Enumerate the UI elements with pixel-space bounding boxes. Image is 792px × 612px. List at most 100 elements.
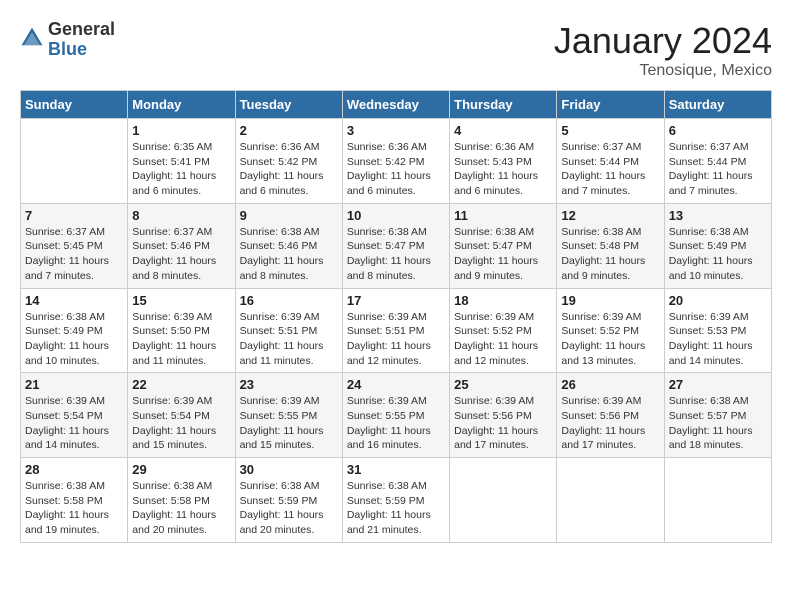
day-number: 7 [25, 208, 123, 223]
day-number: 20 [669, 293, 767, 308]
day-number: 22 [132, 377, 230, 392]
calendar-cell: 3 Sunrise: 6:36 AMSunset: 5:42 PMDaylight… [342, 119, 449, 204]
logo: General Blue [20, 20, 115, 60]
calendar-cell: 30 Sunrise: 6:38 AMSunset: 5:59 PMDayligh… [235, 458, 342, 543]
day-info: Sunrise: 6:39 AMSunset: 5:54 PMDaylight:… [25, 394, 123, 453]
calendar-cell [21, 119, 128, 204]
day-info: Sunrise: 6:39 AMSunset: 5:55 PMDaylight:… [240, 394, 338, 453]
day-number: 8 [132, 208, 230, 223]
calendar-cell [664, 458, 771, 543]
logo-general-text: General [48, 20, 115, 40]
day-info: Sunrise: 6:37 AMSunset: 5:45 PMDaylight:… [25, 225, 123, 284]
day-of-week-header: Saturday [664, 91, 771, 119]
calendar-cell: 8Sunrise: 6:37 AMSunset: 5:46 PMDaylight… [128, 203, 235, 288]
day-number: 26 [561, 377, 659, 392]
day-info: Sunrise: 6:35 AMSunset: 5:41 PMDaylight:… [132, 140, 230, 199]
day-number: 28 [25, 462, 123, 477]
calendar-cell: 13 Sunrise: 6:38 AMSunset: 5:49 PMDayligh… [664, 203, 771, 288]
day-info: Sunrise: 6:38 AMSunset: 5:49 PMDaylight:… [25, 310, 123, 369]
calendar-cell: 2Sunrise: 6:36 AMSunset: 5:42 PMDaylight… [235, 119, 342, 204]
calendar-header: SundayMondayTuesdayWednesdayThursdayFrid… [21, 91, 772, 119]
calendar-cell: 20 Sunrise: 6:39 AMSunset: 5:53 PMDayligh… [664, 288, 771, 373]
calendar-cell: 1 Sunrise: 6:35 AMSunset: 5:41 PMDaylight… [128, 119, 235, 204]
calendar-cell: 21 Sunrise: 6:39 AMSunset: 5:54 PMDayligh… [21, 373, 128, 458]
calendar-cell: 11Sunrise: 6:38 AMSunset: 5:47 PMDayligh… [450, 203, 557, 288]
day-info: Sunrise: 6:36 AMSunset: 5:42 PMDaylight:… [240, 140, 338, 199]
day-of-week-header: Thursday [450, 91, 557, 119]
day-number: 13 [669, 208, 767, 223]
day-number: 10 [347, 208, 445, 223]
calendar-cell: 17 Sunrise: 6:39 AMSunset: 5:51 PMDayligh… [342, 288, 449, 373]
calendar-cell: 24 Sunrise: 6:39 AMSunset: 5:55 PMDayligh… [342, 373, 449, 458]
day-number: 15 [132, 293, 230, 308]
calendar-cell: 29Sunrise: 6:38 AMSunset: 5:58 PMDayligh… [128, 458, 235, 543]
calendar-location: Tenosique, Mexico [554, 62, 772, 80]
day-of-week-header: Friday [557, 91, 664, 119]
calendar-cell: 27 Sunrise: 6:38 AMSunset: 5:57 PMDayligh… [664, 373, 771, 458]
day-number: 16 [240, 293, 338, 308]
calendar-cell: 28 Sunrise: 6:38 AMSunset: 5:58 PMDayligh… [21, 458, 128, 543]
day-info: Sunrise: 6:38 AMSunset: 5:59 PMDaylight:… [240, 479, 338, 538]
day-number: 23 [240, 377, 338, 392]
day-info: Sunrise: 6:39 AMSunset: 5:55 PMDaylight:… [347, 394, 445, 453]
day-of-week-header: Sunday [21, 91, 128, 119]
day-info: Sunrise: 6:39 AMSunset: 5:56 PMDaylight:… [454, 394, 552, 453]
day-info: Sunrise: 6:37 AMSunset: 5:44 PMDaylight:… [669, 140, 767, 199]
title-block: January 2024 Tenosique, Mexico [554, 20, 772, 80]
day-info: Sunrise: 6:39 AMSunset: 5:51 PMDaylight:… [347, 310, 445, 369]
page-header: General Blue January 2024 Tenosique, Mex… [20, 20, 772, 80]
day-number: 17 [347, 293, 445, 308]
day-info: Sunrise: 6:36 AMSunset: 5:43 PMDaylight:… [454, 140, 552, 199]
day-info: Sunrise: 6:39 AMSunset: 5:56 PMDaylight:… [561, 394, 659, 453]
day-number: 24 [347, 377, 445, 392]
day-number: 3 [347, 123, 445, 138]
day-info: Sunrise: 6:39 AMSunset: 5:52 PMDaylight:… [454, 310, 552, 369]
day-of-week-header: Tuesday [235, 91, 342, 119]
day-number: 6 [669, 123, 767, 138]
day-number: 30 [240, 462, 338, 477]
calendar-cell: 31Sunrise: 6:38 AMSunset: 5:59 PMDayligh… [342, 458, 449, 543]
day-number: 9 [240, 208, 338, 223]
day-info: Sunrise: 6:38 AMSunset: 5:49 PMDaylight:… [669, 225, 767, 284]
calendar-cell: 5Sunrise: 6:37 AMSunset: 5:44 PMDaylight… [557, 119, 664, 204]
day-info: Sunrise: 6:39 AMSunset: 5:53 PMDaylight:… [669, 310, 767, 369]
day-info: Sunrise: 6:38 AMSunset: 5:47 PMDaylight:… [347, 225, 445, 284]
calendar-cell: 7 Sunrise: 6:37 AMSunset: 5:45 PMDaylight… [21, 203, 128, 288]
day-number: 27 [669, 377, 767, 392]
day-info: Sunrise: 6:38 AMSunset: 5:58 PMDaylight:… [25, 479, 123, 538]
day-of-week-header: Wednesday [342, 91, 449, 119]
day-info: Sunrise: 6:38 AMSunset: 5:59 PMDaylight:… [347, 479, 445, 538]
calendar-cell: 12Sunrise: 6:38 AMSunset: 5:48 PMDayligh… [557, 203, 664, 288]
day-number: 25 [454, 377, 552, 392]
day-info: Sunrise: 6:38 AMSunset: 5:47 PMDaylight:… [454, 225, 552, 284]
day-number: 21 [25, 377, 123, 392]
day-info: Sunrise: 6:39 AMSunset: 5:52 PMDaylight:… [561, 310, 659, 369]
calendar-cell: 23 Sunrise: 6:39 AMSunset: 5:55 PMDayligh… [235, 373, 342, 458]
day-info: Sunrise: 6:36 AMSunset: 5:42 PMDaylight:… [347, 140, 445, 199]
logo-blue-text: Blue [48, 40, 115, 60]
calendar-body: 1 Sunrise: 6:35 AMSunset: 5:41 PMDaylight… [21, 119, 772, 543]
day-info: Sunrise: 6:38 AMSunset: 5:57 PMDaylight:… [669, 394, 767, 453]
calendar-cell: 9Sunrise: 6:38 AMSunset: 5:46 PMDaylight… [235, 203, 342, 288]
calendar-cell: 4 Sunrise: 6:36 AMSunset: 5:43 PMDaylight… [450, 119, 557, 204]
day-info: Sunrise: 6:38 AMSunset: 5:58 PMDaylight:… [132, 479, 230, 538]
calendar-cell: 26 Sunrise: 6:39 AMSunset: 5:56 PMDayligh… [557, 373, 664, 458]
day-info: Sunrise: 6:38 AMSunset: 5:48 PMDaylight:… [561, 225, 659, 284]
day-number: 1 [132, 123, 230, 138]
day-info: Sunrise: 6:39 AMSunset: 5:54 PMDaylight:… [132, 394, 230, 453]
calendar-cell: 16 Sunrise: 6:39 AMSunset: 5:51 PMDayligh… [235, 288, 342, 373]
calendar-cell: 22 Sunrise: 6:39 AMSunset: 5:54 PMDayligh… [128, 373, 235, 458]
day-number: 4 [454, 123, 552, 138]
calendar-title: January 2024 [554, 20, 772, 62]
day-info: Sunrise: 6:39 AMSunset: 5:51 PMDaylight:… [240, 310, 338, 369]
calendar-cell: 19 Sunrise: 6:39 AMSunset: 5:52 PMDayligh… [557, 288, 664, 373]
day-number: 18 [454, 293, 552, 308]
calendar-cell: 6 Sunrise: 6:37 AMSunset: 5:44 PMDaylight… [664, 119, 771, 204]
calendar-cell: 15 Sunrise: 6:39 AMSunset: 5:50 PMDayligh… [128, 288, 235, 373]
day-info: Sunrise: 6:39 AMSunset: 5:50 PMDaylight:… [132, 310, 230, 369]
calendar-cell [450, 458, 557, 543]
day-info: Sunrise: 6:37 AMSunset: 5:44 PMDaylight:… [561, 140, 659, 199]
calendar-cell: 14Sunrise: 6:38 AMSunset: 5:49 PMDayligh… [21, 288, 128, 373]
day-number: 19 [561, 293, 659, 308]
day-of-week-header: Monday [128, 91, 235, 119]
